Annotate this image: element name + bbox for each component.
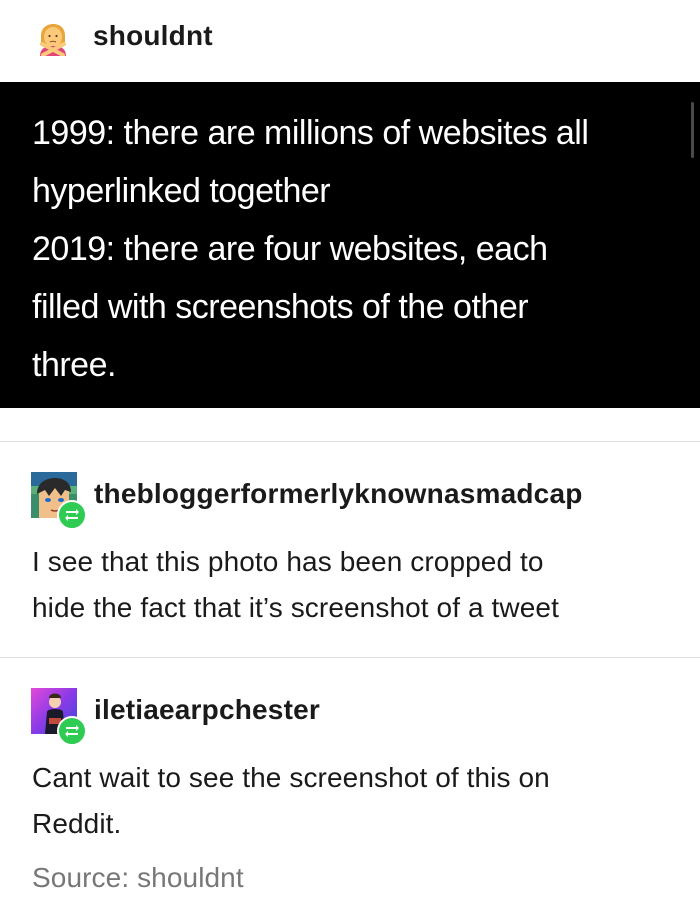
comment-line: hide the fact that it’s screenshot of a … xyxy=(32,592,559,623)
source-link[interactable]: Source: shouldnt xyxy=(32,862,244,894)
reblog-entry: iletiaearpchester Cant wait to see the s… xyxy=(0,688,700,858)
tweet-text-line: hyperlinked together xyxy=(32,172,331,210)
tweet-text-line: 2019: there are four websites, each xyxy=(32,230,548,268)
reblogger-avatar-wrap[interactable] xyxy=(31,472,91,532)
reblogger-username[interactable]: thebloggerformerlyknownasmadcap xyxy=(94,478,583,510)
divider xyxy=(0,657,700,658)
reblog-entry: thebloggerformerlyknownasmadcap I see th… xyxy=(0,472,700,642)
person-gesturing-no-emoji-icon[interactable] xyxy=(36,22,70,56)
reblogger-username[interactable]: iletiaearpchester xyxy=(94,694,320,726)
tweet-text-line: filled with screenshots of the other xyxy=(32,288,529,326)
reblogger-avatar-wrap[interactable] xyxy=(31,688,91,748)
scroll-indicator xyxy=(691,102,694,158)
post-author-username[interactable]: shouldnt xyxy=(93,20,213,52)
divider xyxy=(0,441,700,442)
reblog-comment: I see that this photo has been cropped t… xyxy=(32,539,672,631)
reblog-icon xyxy=(57,716,87,746)
comment-line: Cant wait to see the screenshot of this … xyxy=(32,762,550,793)
reblog-comment: Cant wait to see the screenshot of this … xyxy=(32,755,672,847)
tweet-text-line: three. xyxy=(32,346,116,384)
tweet-screenshot-image: 1999: there are millions of websites all… xyxy=(0,82,700,408)
comment-line: Reddit. xyxy=(32,808,122,839)
comment-line: I see that this photo has been cropped t… xyxy=(32,546,544,577)
tweet-text: 1999: there are millions of websites all… xyxy=(32,104,682,394)
post-header: shouldnt xyxy=(0,0,700,82)
tweet-text-line: 1999: there are millions of websites all xyxy=(32,114,589,152)
reblog-icon xyxy=(57,500,87,530)
